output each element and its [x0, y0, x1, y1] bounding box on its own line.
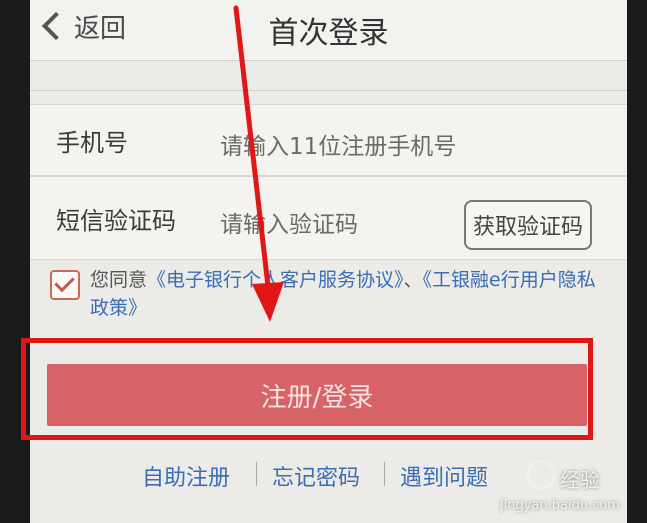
watermark: 经验 jingyan.baidu.com	[496, 458, 626, 518]
watermark-site: jingyan.baidu.com	[500, 498, 620, 513]
watermark-brand: 经验	[560, 468, 600, 492]
annotation-arrow	[233, 5, 284, 322]
baidu-paw-icon	[526, 460, 556, 490]
